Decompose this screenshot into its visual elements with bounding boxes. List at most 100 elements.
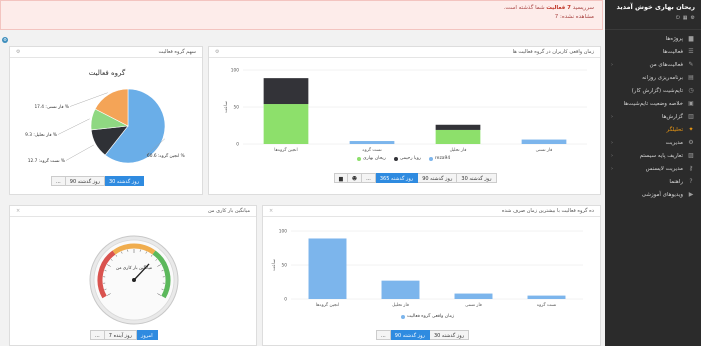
chevron-icon: ‹ bbox=[611, 113, 613, 120]
sidebar-item-label: تحلیلگر bbox=[666, 126, 683, 133]
pie-label: تست گروه: 12.7 % bbox=[28, 158, 65, 164]
calendar-icon: ▤ bbox=[688, 74, 694, 81]
sidebar-item[interactable]: ▶ ویدیوهای آموزشی bbox=[605, 188, 701, 201]
sidebar-item[interactable]: ▣ خلاصه وضعیت تایم‌شیت‌ها bbox=[605, 97, 701, 110]
sidebar-item[interactable]: ▆ پروژه‌ها bbox=[605, 32, 701, 45]
bar[interactable] bbox=[521, 139, 567, 144]
range-30-button[interactable]: 30 روز گذشته bbox=[429, 330, 470, 340]
sidebar-item[interactable]: ▥ گزارش‌ها ‹ bbox=[605, 110, 701, 123]
y-tick-label: 100 bbox=[279, 229, 287, 235]
y-axis-label: ساعت bbox=[272, 259, 277, 271]
activity-group-share-panel: سهم گروه فعالیت ⚙ گروه فعالیت انجین گروه:… bbox=[9, 46, 203, 195]
y-tick-label: 100 bbox=[231, 68, 239, 74]
sidebar-item-label: مدیریت bbox=[665, 139, 683, 146]
logout-icon[interactable]: ⏻ bbox=[676, 15, 680, 21]
x-tick-label: فاز تستی bbox=[465, 303, 482, 308]
settings-icon[interactable]: ⚙ bbox=[2, 37, 8, 43]
more-button[interactable]: ... bbox=[90, 330, 105, 340]
legend-label: رویا رحیمی bbox=[399, 156, 421, 161]
users-icon[interactable]: ☻ bbox=[347, 173, 363, 183]
next-7-days-button[interactable]: 7 روز آینده bbox=[104, 330, 137, 340]
sidebar-item-label: مدیریت لایسنس bbox=[645, 165, 683, 172]
bar[interactable] bbox=[349, 141, 395, 144]
welcome-text: ریحان بهاری خوش آمدید bbox=[616, 3, 695, 11]
panel-settings-icon[interactable]: ⚙ bbox=[16, 49, 20, 55]
list-icon: ☰ bbox=[688, 48, 694, 55]
x-tick-label: تست گروه bbox=[362, 147, 382, 153]
alert-highlight[interactable]: 7 فعالیت bbox=[546, 5, 571, 11]
chart-legend: reza94 رویا رحیمی ریحان بهاری bbox=[357, 156, 450, 161]
bar-chart: 0 50 100 ساعت انجین گروه‌ها فاز تحلیل فاز تستی… bbox=[272, 229, 583, 308]
clipboard-icon: ▣ bbox=[688, 100, 694, 107]
settings-icon: ⚙ bbox=[688, 139, 694, 146]
legend-item[interactable]: reza94 bbox=[428, 156, 451, 161]
user-header: ریحان بهاری خوش آمدید ⏻ ▦ ⚙ bbox=[605, 0, 701, 30]
gear-icon[interactable]: ⚙ bbox=[691, 15, 695, 21]
sidebar-item[interactable]: ◷ تایم‌شیت (گزارش کار) bbox=[605, 84, 701, 97]
sidebar-item[interactable]: ? راهنما bbox=[605, 175, 701, 188]
pie-label: فاز تحلیل: 9.3 % bbox=[25, 132, 57, 138]
bar[interactable] bbox=[527, 295, 566, 299]
range-30-button[interactable]: 30 روز گذشته bbox=[457, 173, 497, 183]
sidebar-item[interactable]: ✦ تحلیلگر bbox=[605, 123, 701, 136]
bar[interactable] bbox=[435, 129, 481, 144]
grid-icon[interactable]: ▦ bbox=[683, 15, 688, 21]
bar[interactable] bbox=[435, 124, 481, 130]
top-activity-groups-panel: ده گروه فعالیت با بیشترین زمان صرف شده ×… bbox=[262, 205, 601, 346]
bar[interactable] bbox=[381, 280, 420, 299]
sidebar-item[interactable]: ▤ برنامه‌ریزی روزانه bbox=[605, 71, 701, 84]
bar[interactable] bbox=[263, 78, 309, 105]
legend-item[interactable]: ریحان بهاری bbox=[357, 156, 386, 161]
sidebar-item[interactable]: ▨ تعاریف پایه سیستم ‹ bbox=[605, 149, 701, 162]
gauge-range-buttons: ... 7 روز آینده امروز bbox=[90, 330, 158, 340]
sidebar-item[interactable]: ⚙ مدیریت ‹ bbox=[605, 136, 701, 149]
range-365-button[interactable]: 365 روز گذشته bbox=[375, 173, 419, 183]
time-range-buttons: ▆ ☻ ... 365 روز گذشته 90 روز گذشته 30 رو… bbox=[334, 173, 497, 183]
sidebar-item[interactable]: ✎ فعالیت‌های من ‹ bbox=[605, 58, 701, 71]
user-time-panel: زمان واقعی کاربران در گروه فعالیت ها ⚙ 0… bbox=[208, 46, 601, 195]
close-icon[interactable]: × bbox=[16, 208, 20, 214]
legend-label: ریحان بهاری bbox=[363, 156, 386, 161]
range-90-button[interactable]: 90 روز گذشته bbox=[390, 330, 430, 340]
sidebar-item-label: تعاریف پایه سیستم bbox=[639, 152, 683, 159]
legend-item[interactable]: زمان واقعی گروه فعالیت bbox=[401, 314, 454, 319]
folder-icon[interactable]: ▆ bbox=[334, 173, 348, 183]
database-icon: ▨ bbox=[688, 152, 694, 159]
overdue-alert: سرریسید 7 فعالیت شما گذشته است. مشاهده ن… bbox=[0, 0, 603, 30]
range-90-button[interactable]: 90 روز گذشته bbox=[65, 176, 105, 186]
sidebar-item-label: تایم‌شیت (گزارش کار) bbox=[631, 87, 683, 94]
sidebar-item-label: خلاصه وضعیت تایم‌شیت‌ها bbox=[623, 100, 683, 107]
sidebar-item[interactable]: ⚷ مدیریت لایسنس ‹ bbox=[605, 162, 701, 175]
more-button[interactable]: ... bbox=[376, 330, 391, 340]
panel-settings-icon[interactable]: ⚙ bbox=[215, 49, 219, 55]
legend-swatch bbox=[428, 156, 433, 161]
wand-icon: ✦ bbox=[688, 126, 694, 133]
bar[interactable] bbox=[308, 238, 347, 299]
legend-label: reza94 bbox=[434, 156, 451, 161]
legend-swatch bbox=[401, 314, 405, 319]
y-tick-label: 0 bbox=[284, 297, 287, 303]
top5-range-buttons: ... 90 روز گذشته 30 روز گذشته bbox=[376, 330, 470, 340]
report-icon: ▥ bbox=[688, 113, 694, 120]
range-90-button[interactable]: 90 روز گذشته bbox=[418, 173, 458, 183]
chevron-icon: ‹ bbox=[611, 165, 613, 172]
today-button[interactable]: امروز bbox=[136, 330, 158, 340]
legend-swatch bbox=[393, 156, 398, 161]
bar[interactable] bbox=[454, 293, 493, 299]
chevron-icon: ‹ bbox=[611, 61, 613, 68]
pie-label: انجین گروه: 60.6 % bbox=[147, 153, 185, 159]
x-tick-label: فاز تحلیل bbox=[392, 303, 409, 308]
more-button[interactable]: ... bbox=[51, 176, 66, 186]
pie-range-buttons: ... 90 روز گذشته 30 روز گذشته bbox=[51, 176, 145, 186]
range-30-button[interactable]: 30 روز گذشته bbox=[104, 176, 145, 186]
x-tick-label: فاز تستی bbox=[536, 148, 553, 153]
sidebar-item[interactable]: ☰ فعالیت‌ها bbox=[605, 45, 701, 58]
legend-item[interactable]: رویا رحیمی bbox=[393, 156, 421, 161]
panel-title: سهم گروه فعالیت bbox=[158, 49, 196, 55]
close-icon[interactable]: × bbox=[269, 208, 273, 214]
help-icon: ? bbox=[689, 178, 693, 185]
bar[interactable] bbox=[263, 104, 309, 144]
workload-gauge-panel: میانگین بار کاری من × میانگین بار کاری م… bbox=[9, 205, 257, 346]
panel-title: زمان واقعی کاربران در گروه فعالیت ها bbox=[512, 49, 594, 55]
more-button[interactable]: ... bbox=[362, 173, 376, 183]
